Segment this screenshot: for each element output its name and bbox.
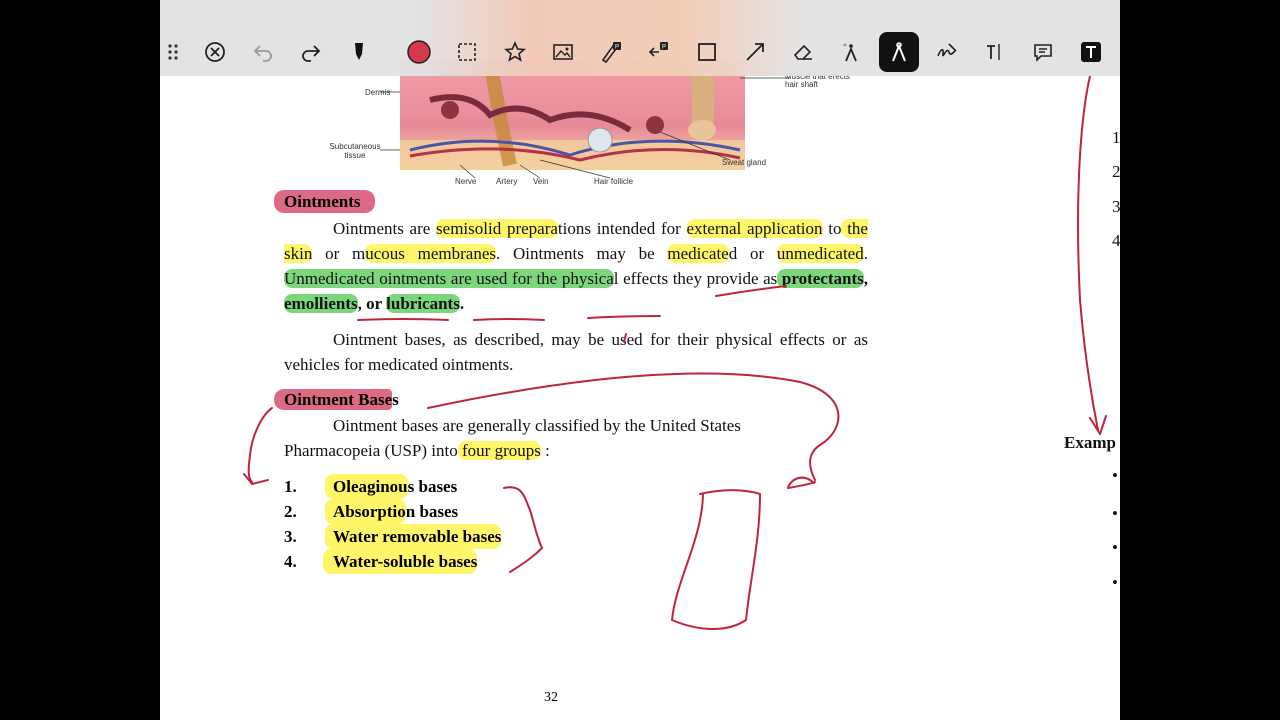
label-nerve: Nerve: [455, 177, 477, 186]
svg-text:P: P: [615, 45, 619, 51]
list-label: Water-soluble bases: [323, 549, 478, 574]
p1-highlight: medicate: [667, 244, 729, 263]
laser-pointer-icon[interactable]: P: [641, 34, 677, 70]
svg-text:P: P: [662, 45, 666, 51]
fragment-bullet: •: [1112, 504, 1118, 523]
list-item: 4. Water-soluble bases: [284, 549, 501, 574]
list-item: 2. Absorptio n bases: [284, 499, 501, 524]
fragment-bullet: •: [1112, 538, 1118, 557]
p1-green-bold: protectants: [777, 269, 864, 288]
p1-text: to: [822, 219, 842, 238]
p3-text: :: [540, 441, 550, 460]
fragment-number: 1: [1112, 128, 1120, 147]
ointment-bases-heading-text: Ointment Base: [274, 389, 393, 410]
p1-text: Ointments are: [333, 219, 437, 238]
comment-icon[interactable]: [1025, 34, 1061, 70]
label-subcutaneous: Subcutaneous tissue: [329, 142, 381, 160]
p1-highlight: ucous membranes: [365, 244, 496, 263]
label-vein: Vein: [533, 177, 549, 186]
paragraph-ointments: Ointments are semisolid preparations int…: [284, 216, 868, 316]
p1-bold: ,: [863, 269, 868, 288]
p1-text: l effects they provide as: [613, 269, 778, 288]
page-number: 32: [544, 690, 558, 705]
bases-list: 1. Oleaginou s bases 2. Absorptio n bases 3.…: [284, 474, 502, 574]
fragment-example-heading: Examp: [1064, 433, 1116, 452]
paragraph-classification: Ointment bases are generally classified …: [284, 413, 804, 463]
p1-green-bold: emollients: [284, 294, 358, 313]
list-label: Water removable bases: [325, 524, 502, 549]
undo-icon[interactable]: [245, 34, 281, 70]
redo-icon[interactable]: [293, 34, 329, 70]
p1-text: tions intended for: [557, 219, 687, 238]
paragraph-bases-description: Ointment bases, as described, may be use…: [284, 330, 868, 374]
eraser-icon[interactable]: [785, 34, 821, 70]
annotation-toolbar: P P: [160, 0, 1120, 76]
fragment-number: 2: [1112, 162, 1120, 181]
image-insert-icon[interactable]: [545, 34, 581, 70]
p1-green-highlight: Unmedicated ointments are used for the p…: [284, 269, 614, 288]
p1-highlight: external application: [686, 219, 823, 238]
close-circle-icon[interactable]: [197, 34, 233, 70]
heading-ointment-bases: Ointment Bases: [274, 388, 399, 412]
arrow-line-icon[interactable]: [737, 34, 773, 70]
list-label-tail: s bases: [407, 477, 458, 496]
rectangle-shape-icon[interactable]: [689, 34, 725, 70]
p1-text: or m: [312, 244, 366, 263]
color-swatch-icon[interactable]: [401, 34, 437, 70]
p1-green-bold: lubricants: [386, 294, 460, 313]
p1-text: . Ointments may be: [495, 244, 668, 263]
ointment-bases-heading-suffix: s: [392, 390, 399, 409]
label-hair-follicle: Hair follicle: [594, 177, 634, 186]
label-dermis: Dermis: [365, 88, 391, 97]
star-shape-icon[interactable]: [497, 34, 533, 70]
drag-handle-icon[interactable]: [160, 34, 186, 70]
list-label-tail: n bases: [405, 502, 459, 521]
next-page-fragment: 1 2 3 4 Examp • • • •: [1056, 0, 1120, 720]
next-page-background: [1056, 0, 1120, 720]
handwriting-icon[interactable]: [929, 34, 965, 70]
p1-bold: , or: [357, 294, 387, 313]
heading-ointments: Ointments: [274, 190, 375, 214]
list-item: 1. Oleaginou s bases: [284, 474, 501, 499]
text-box-icon[interactable]: [1073, 34, 1109, 70]
magic-wand-icon[interactable]: [833, 34, 869, 70]
label-artery: Artery: [496, 177, 518, 186]
list-label: Oleaginou: [325, 474, 408, 499]
skin-anatomy-figure: Dermis Subcutaneous tissue Muscle that e…: [310, 58, 950, 190]
document-page: Dermis Subcutaneous tissue Muscle that e…: [160, 0, 1120, 720]
fragment-number: 4: [1112, 231, 1120, 250]
p3-highlight: four groups: [457, 441, 541, 460]
text-cursor-icon[interactable]: [977, 34, 1013, 70]
fragment-number: 3: [1112, 197, 1120, 216]
pen-tip-icon[interactable]: [341, 34, 377, 70]
label-sweat-gland: Sweat gland: [722, 158, 767, 167]
pen-preset-icon[interactable]: P: [593, 34, 629, 70]
fragment-bullet: •: [1112, 466, 1118, 485]
lasso-select-icon[interactable]: [449, 34, 485, 70]
p1-bold: .: [459, 294, 465, 313]
list-label: Absorptio: [325, 499, 406, 524]
ointments-heading-text: Ointments: [274, 190, 375, 213]
fragment-bullet: •: [1112, 573, 1118, 592]
p1-text: .: [863, 244, 868, 263]
p1-highlight: semisolid prepara: [436, 219, 558, 238]
compass-icon[interactable]: [879, 32, 919, 72]
list-item: 3. Water removable bases: [284, 524, 502, 549]
p1-text: d or: [728, 244, 777, 263]
p1-highlight: unmedicated: [776, 244, 864, 263]
